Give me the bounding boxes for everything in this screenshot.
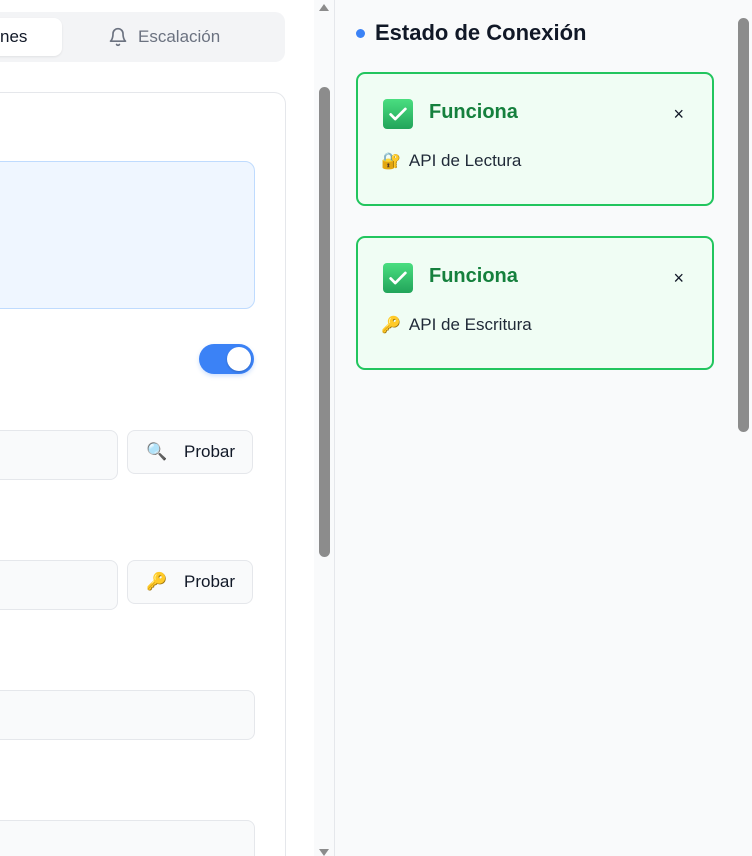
check-mark-icon — [383, 99, 413, 129]
status-header: Estado de Conexión — [356, 20, 586, 46]
app-window: nes Escalación 🔍 Probar 🔑 Probar Estado … — [0, 0, 752, 856]
write-api-key-input[interactable] — [0, 560, 118, 610]
toggle-knob — [227, 347, 251, 371]
connection-status-panel: Estado de Conexión Funciona × 🔐 API de L… — [334, 0, 752, 856]
magnifier-icon: 🔍 — [146, 442, 168, 461]
close-icon[interactable]: × — [673, 105, 684, 123]
key-icon: 🔑 — [381, 317, 401, 334]
api-label: 🔑 API de Escritura — [381, 315, 532, 335]
api-name: API de Escritura — [408, 315, 532, 334]
scroll-down-arrow-icon[interactable] — [319, 849, 329, 856]
api-name: API de Lectura — [408, 151, 522, 170]
bell-icon — [108, 27, 128, 47]
status-card-read-api: Funciona × 🔐 API de Lectura — [356, 72, 714, 206]
close-icon[interactable]: × — [673, 269, 684, 287]
info-box — [0, 161, 255, 309]
tab-active-label: nes — [0, 27, 28, 46]
check-mark-icon — [383, 263, 413, 293]
api-label: 🔐 API de Lectura — [381, 151, 521, 171]
text-input-3[interactable] — [0, 690, 255, 740]
status-text: Funciona — [429, 101, 518, 123]
test-read-api-label: Probar — [184, 442, 236, 461]
tab-active[interactable]: nes — [0, 18, 62, 56]
scroll-up-arrow-icon[interactable] — [319, 4, 329, 11]
test-read-api-button[interactable]: 🔍 Probar — [127, 430, 253, 474]
enable-toggle[interactable] — [199, 344, 254, 374]
tab-escalation[interactable]: Escalación — [108, 22, 220, 52]
status-card-write-api: Funciona × 🔑 API de Escritura — [356, 236, 714, 370]
status-title: Estado de Conexión — [375, 20, 587, 45]
status-dot-icon — [356, 28, 365, 38]
lock-icon: 🔐 — [381, 153, 401, 170]
key-icon: 🔑 — [146, 572, 168, 591]
left-scrollbar-thumb[interactable] — [319, 87, 330, 557]
tab-escalation-label: Escalación — [138, 27, 221, 46]
test-write-api-button[interactable]: 🔑 Probar — [127, 560, 253, 604]
test-write-api-label: Probar — [184, 572, 236, 591]
text-input-4[interactable] — [0, 820, 255, 856]
status-text: Funciona — [429, 265, 518, 287]
read-api-key-input[interactable] — [0, 430, 118, 480]
settings-pane: nes Escalación 🔍 Probar 🔑 Probar — [0, 0, 314, 856]
right-scrollbar-thumb[interactable] — [738, 18, 749, 432]
